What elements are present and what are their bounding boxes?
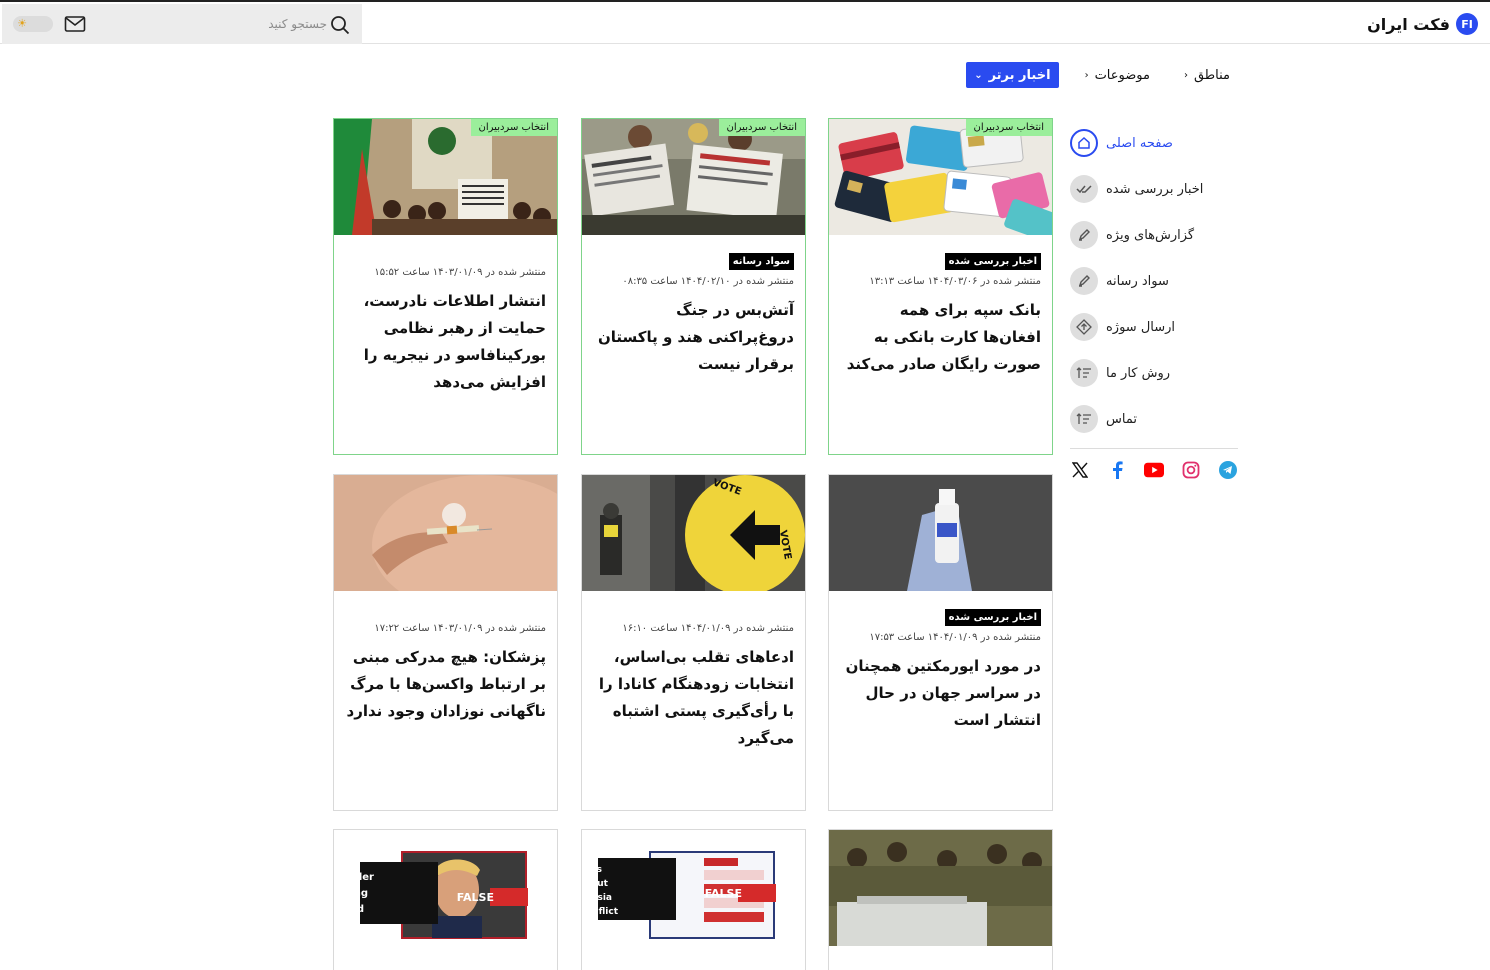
publish-date: منتشر شده در ۱۴۰۴/۰۱/۰۹ ساعت ۱۷:۵۳ bbox=[869, 632, 1041, 643]
nav-item-topics[interactable]: موضوعات ‹ bbox=[1077, 62, 1158, 88]
nav-label: موضوعات bbox=[1094, 67, 1150, 83]
news-card[interactable]: انتخاب سردبیران سواد رسانه منتشر شده در … bbox=[581, 118, 806, 455]
news-image-syringe bbox=[334, 475, 557, 591]
sort-icon bbox=[1070, 359, 1098, 387]
sidebar-item-media-literacy[interactable]: سواد رسانه bbox=[1070, 258, 1238, 304]
news-card[interactable]: اخبار بررسی شده منتشر شده در ۱۴۰۴/۰۱/۰۹ … bbox=[828, 474, 1053, 811]
news-image-newspaper-readers: انتخاب سردبیران bbox=[582, 119, 805, 235]
category-tag[interactable]: اخبار بررسی شده bbox=[944, 253, 1041, 270]
upload-icon bbox=[1070, 313, 1098, 341]
news-title[interactable]: آتش‌بس در جنگ دروغ‌پراکنی هند و پاکستان … bbox=[593, 297, 794, 378]
editors-pick-badge: انتخاب سردبیران bbox=[718, 119, 805, 136]
news-card[interactable]: منتشر شده در ۱۴۰۳/۰۱/۰۹ ساعت ۱۷:۲۲ پزشکا… bbox=[333, 474, 558, 811]
site-logo[interactable]: FI فکت ایران bbox=[1367, 12, 1478, 36]
sidebar-item-submit-tip[interactable]: ارسال سوژه bbox=[1070, 304, 1238, 350]
sidebar-item-label: گزارش‌های ویژه bbox=[1106, 227, 1195, 243]
news-title[interactable]: بانک سپه برای همه افغان‌ها کارت بانکی به… bbox=[840, 297, 1041, 378]
category-tag[interactable]: اخبار بررسی شده bbox=[944, 609, 1041, 626]
nav-item-top-news[interactable]: اخبار برتر ⌄ bbox=[966, 62, 1059, 88]
category-tag[interactable]: سواد رسانه bbox=[728, 253, 794, 270]
sidebar-item-special-reports[interactable]: گزارش‌های ویژه bbox=[1070, 212, 1238, 258]
publish-date: منتشر شده در ۱۴۰۴/۰۲/۱۰ ساعت ۰۸:۳۵ bbox=[622, 276, 794, 287]
sidebar-item-home[interactable]: صفحه اصلی bbox=[1070, 120, 1238, 166]
sidebar-item-label: ارسال سوژه bbox=[1106, 319, 1176, 335]
sidebar-item-label: تماس bbox=[1106, 411, 1137, 427]
sidebar-item-label: صفحه اصلی bbox=[1106, 135, 1173, 151]
logo-mark-icon: FI bbox=[1456, 13, 1478, 35]
youtube-icon[interactable] bbox=[1144, 460, 1164, 480]
chevron-down-icon: ⌄ bbox=[974, 69, 983, 81]
check-icon bbox=[1070, 175, 1098, 203]
news-title[interactable]: در مورد ایورمکتین همچنان در سراسر جهان د… bbox=[840, 653, 1041, 734]
news-image-medicine-bottle bbox=[829, 475, 1052, 591]
news-card[interactable] bbox=[828, 829, 1053, 970]
chevron-left-icon: ‹ bbox=[1084, 69, 1089, 81]
news-title[interactable]: انتشار اطلاعات نادرست، حمایت از رهبر نظا… bbox=[345, 288, 546, 396]
instagram-icon[interactable] bbox=[1181, 460, 1201, 480]
header-tools: ☀ bbox=[2, 4, 362, 44]
nav-label: مناطق bbox=[1193, 67, 1230, 83]
mail-icon[interactable] bbox=[64, 15, 86, 33]
news-card[interactable]: VOTE VOTE منتشر شده در ۱۴۰۴/۰۱/۰۹ ساعت ۱… bbox=[581, 474, 806, 811]
publish-date: منتشر شده در ۱۴۰۳/۰۱/۰۹ ساعت ۱۵:۵۲ bbox=[374, 267, 546, 278]
x-icon[interactable] bbox=[1070, 460, 1090, 480]
telegram-icon[interactable] bbox=[1218, 460, 1238, 480]
news-image-vote-sign: VOTE VOTE bbox=[582, 475, 805, 591]
sidebar-item-label: روش کار ما bbox=[1106, 365, 1171, 381]
news-title[interactable]: پزشکان: هیچ مدرکی مبنی بر ارتباط واکسن‌ه… bbox=[345, 644, 546, 725]
sidebar: صفحه اصلی اخبار بررسی شده گزارش‌های ویژه… bbox=[1070, 120, 1238, 481]
news-title[interactable]: ادعاهای تقلب بی‌اساس، انتخابات زودهنگام … bbox=[593, 644, 794, 752]
nav-item-regions[interactable]: مناطق ‹ bbox=[1176, 62, 1238, 88]
sidebar-item-label: اخبار بررسی شده bbox=[1106, 181, 1204, 197]
pen-icon bbox=[1070, 221, 1098, 249]
news-card[interactable]: US leader mocking Islamabad? FALSE bbox=[333, 829, 558, 970]
nav-label: اخبار برتر bbox=[988, 67, 1051, 83]
news-image-bank-cards: انتخاب سردبیران bbox=[829, 119, 1052, 235]
editors-pick-badge: انتخاب سردبیران bbox=[470, 119, 557, 136]
sidebar-divider bbox=[1070, 448, 1238, 449]
sidebar-item-contact[interactable]: تماس bbox=[1070, 396, 1238, 442]
search-input[interactable] bbox=[202, 12, 327, 36]
news-image-chart-factcheck: Genuine news chart about South Asia conf… bbox=[582, 830, 805, 946]
social-links bbox=[1070, 459, 1238, 481]
publish-date: منتشر شده در ۱۴۰۴/۰۱/۰۹ ساعت ۱۶:۱۰ bbox=[622, 623, 794, 634]
logo-text: فکت ایران bbox=[1367, 14, 1450, 34]
editors-pick-badge: انتخاب سردبیران bbox=[965, 119, 1052, 136]
publish-date: منتشر شده در ۱۴۰۳/۰۱/۰۹ ساعت ۱۷:۲۲ bbox=[374, 623, 546, 634]
news-card[interactable]: Genuine news chart about South Asia conf… bbox=[581, 829, 806, 970]
facebook-icon[interactable] bbox=[1107, 460, 1127, 480]
sidebar-item-label: سواد رسانه bbox=[1106, 273, 1169, 289]
sidebar-item-checked-news[interactable]: اخبار بررسی شده bbox=[1070, 166, 1238, 212]
top-bar: ☀ FI فکت ایران bbox=[0, 0, 1490, 44]
chevron-left-icon: ‹ bbox=[1183, 69, 1188, 81]
sun-icon: ☀ bbox=[17, 17, 27, 30]
news-image-us-leader-factcheck: US leader mocking Islamabad? FALSE bbox=[334, 830, 557, 946]
sidebar-item-methodology[interactable]: روش کار ما bbox=[1070, 350, 1238, 396]
false-label: FALSE bbox=[457, 891, 494, 904]
news-image-protest-crowd: انتخاب سردبیران bbox=[334, 119, 557, 235]
false-label: FALSE bbox=[705, 887, 742, 900]
news-card[interactable]: انتخاب سردبیران اخبار بررسی شده منتشر شد… bbox=[828, 118, 1053, 455]
news-image-soldiers bbox=[829, 830, 1052, 946]
sort-icon bbox=[1070, 405, 1098, 433]
home-icon bbox=[1070, 129, 1098, 157]
theme-toggle[interactable]: ☀ bbox=[13, 16, 53, 32]
news-card[interactable]: انتخاب سردبیران منتشر شده در ۱۴۰۳/۰۱/۰۹ … bbox=[333, 118, 558, 455]
publish-date: منتشر شده در ۱۴۰۴/۰۳/۰۶ ساعت ۱۳:۱۳ bbox=[869, 276, 1041, 287]
top-nav: اخبار برتر ⌄ موضوعات ‹ مناطق ‹ bbox=[966, 62, 1238, 88]
pen-icon bbox=[1070, 267, 1098, 295]
search-icon[interactable] bbox=[330, 15, 350, 35]
